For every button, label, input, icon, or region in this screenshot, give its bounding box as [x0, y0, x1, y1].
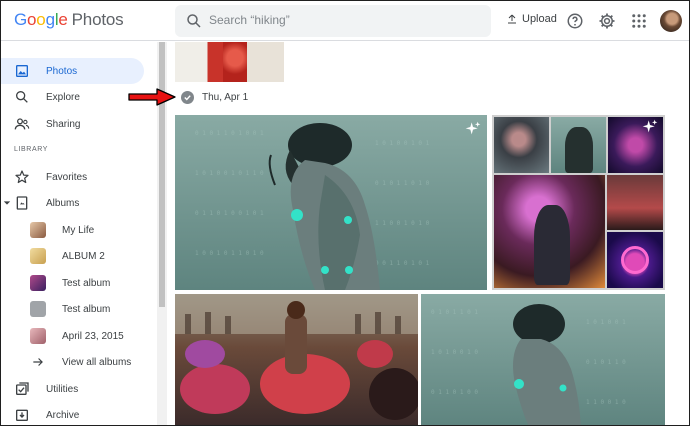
svg-text:1 0 1 0 0 1 0 1: 1 0 1 0 0 1 0 1	[375, 140, 430, 147]
album-thumbnail	[30, 328, 46, 344]
album-label: ALBUM 2	[62, 250, 105, 262]
auto-creation-sparkle-icon	[465, 121, 481, 135]
sidebar-item-label: Utilities	[46, 383, 79, 395]
app-window: Google Photos Search “hiking” Upload Phot…	[0, 0, 690, 426]
account-avatar[interactable]	[660, 10, 682, 32]
svg-text:1 0 0 1 0 1 1 0 1 0: 1 0 0 1 0 1 1 0 1 0	[195, 250, 264, 257]
search-icon	[15, 91, 28, 103]
annotation-arrow-icon	[128, 88, 176, 106]
star-icon	[15, 170, 29, 184]
search-bar[interactable]: Search “hiking”	[175, 5, 491, 37]
sidebar-item-label: Explore	[46, 91, 80, 103]
sidebar-item-label: Favorites	[46, 171, 88, 183]
select-all-check-icon[interactable]	[181, 91, 194, 104]
album-thumbnail	[30, 275, 46, 291]
collage-photo-purple-hair-gunner	[494, 175, 605, 288]
svg-text:0 1 0 1 1 0 1 0 0 1: 0 1 0 1 1 0 1 0 0 1	[195, 130, 264, 137]
photo-subject	[223, 42, 247, 82]
logo-letter: G	[14, 10, 28, 29]
photos-icon	[16, 65, 28, 77]
photo-motorbike-race	[175, 294, 418, 420]
google-photos-logo[interactable]: Google Photos	[14, 10, 124, 30]
photo-thumbnail[interactable]: 0 1 0 1 1 0 1 0 0 1 1 0 1 0 0 1 0 1 1 0 0 …	[175, 115, 487, 290]
view-all-albums-label: View all albums	[62, 356, 132, 368]
logo-product-name: Photos	[71, 10, 124, 29]
utilities-icon	[15, 382, 29, 395]
album-icon	[16, 196, 28, 210]
photo-thumbnail[interactable]	[175, 42, 284, 82]
people-icon	[14, 118, 30, 130]
collage-photo-gunner-girl	[494, 117, 549, 173]
sidebar-item-photos[interactable]: Photos	[1, 58, 144, 84]
search-icon[interactable]	[185, 12, 203, 30]
auto-creation-sparkle-icon	[642, 119, 658, 133]
upload-icon	[508, 14, 516, 24]
logo-letter: g	[45, 10, 55, 29]
svg-text:1 0 1 0 0 1 0 1 1 0: 1 0 1 0 0 1 0 1 1 0	[195, 170, 264, 177]
archive-icon	[16, 409, 28, 421]
svg-text:1 0 1 0 0 1: 1 0 1 0 0 1	[586, 319, 626, 326]
album-label: April 23, 2015	[62, 330, 124, 342]
date-label: Thu, Apr 1	[202, 92, 249, 103]
search-input[interactable]: Search “hiking”	[209, 13, 290, 27]
library-heading: LIBRARY	[14, 146, 49, 153]
album-thumbnail	[30, 301, 46, 317]
album-thumbnail	[30, 248, 46, 264]
photo-cyber-girl-2: 0 1 0 1 1 0 11 0 1 0 0 1 00 1 1 0 1 0 0 …	[431, 304, 626, 425]
sidebar-item-label: Albums	[46, 197, 80, 209]
sidebar-item-label: Archive	[46, 409, 80, 421]
photo-thumbnail[interactable]	[175, 294, 418, 425]
sidebar-item-label: Sharing	[46, 118, 81, 130]
date-group-header: Thu, Apr 1	[181, 91, 248, 104]
settings-icon[interactable]	[598, 12, 616, 30]
svg-text:0 1 1 0 1 0 0 1 0 1: 0 1 1 0 1 0 0 1 0 1	[195, 210, 264, 217]
help-icon[interactable]	[566, 12, 584, 30]
svg-text:0 0 1 1 0 1 0 1: 0 0 1 1 0 1 0 1	[375, 260, 430, 267]
album-thumbnail	[30, 222, 46, 238]
apps-grid-icon[interactable]	[630, 12, 648, 30]
svg-text:1 1 0 0 1 0: 1 1 0 0 1 0	[586, 399, 626, 406]
arrow-right-icon	[33, 358, 43, 366]
album-label: Test album	[62, 277, 111, 289]
logo-letter: o	[36, 10, 46, 29]
collage-photo-neon-ring	[607, 232, 663, 288]
collage-thumbnail[interactable]	[492, 115, 665, 290]
album-label: Test album	[62, 303, 111, 315]
svg-text:0 1 1 0 1 0 0: 0 1 1 0 1 0 0	[431, 389, 478, 396]
upload-label: Upload	[522, 13, 557, 25]
photo-thumbnail[interactable]: 0 1 0 1 1 0 11 0 1 0 0 1 00 1 1 0 1 0 0 …	[421, 294, 665, 425]
svg-text:1 0 1 0 0 1 0: 1 0 1 0 0 1 0	[431, 349, 478, 356]
logo-letter: o	[27, 10, 37, 29]
upload-button[interactable]: Upload	[506, 13, 557, 25]
svg-text:0 1 0 1 1 0 1 0: 0 1 0 1 1 0 1 0	[375, 180, 430, 187]
top-bar: Google Photos Search “hiking” Upload	[1, 1, 689, 41]
album-label: My Life	[62, 224, 95, 236]
sidebar-item-label: Photos	[46, 65, 78, 77]
logo-letter: e	[58, 10, 68, 29]
scrollbar-thumb[interactable]	[159, 42, 165, 307]
svg-text:1 1 0 0 1 0 1 0: 1 1 0 0 1 0 1 0	[375, 220, 430, 227]
svg-text:0 1 0 1 1 0: 0 1 0 1 1 0	[586, 359, 626, 366]
svg-text:0 1 0 1 1 0 1: 0 1 0 1 1 0 1	[431, 309, 478, 316]
photo-cyber-girl: 0 1 0 1 1 0 1 0 0 1 1 0 1 0 0 1 0 1 1 0 0 …	[195, 123, 430, 290]
collage-photo-cyber-girl	[551, 117, 606, 173]
collage-photo-motorbike	[607, 175, 663, 230]
chevron-down-icon[interactable]	[3, 199, 11, 207]
